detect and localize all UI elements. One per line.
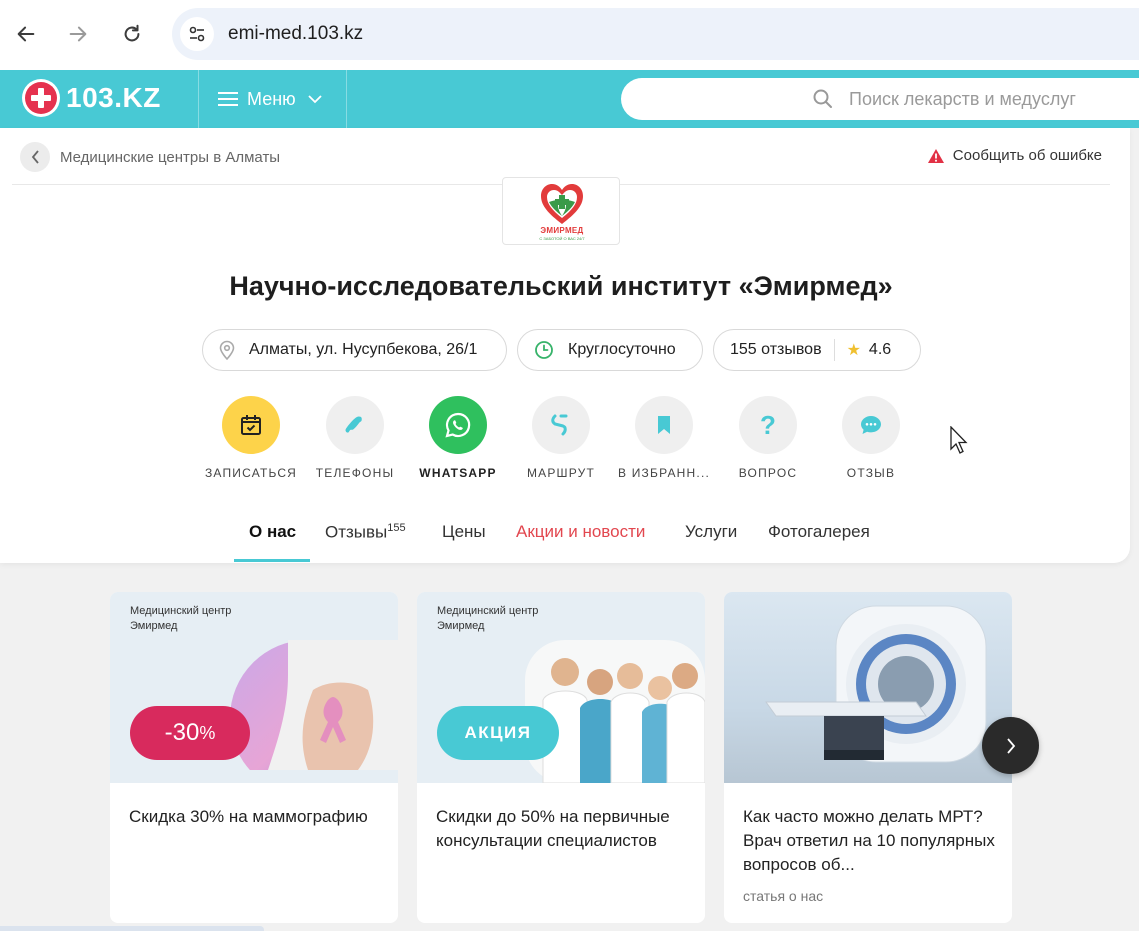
chevron-down-icon xyxy=(308,94,322,103)
news-image: Медицинский центр Эмирмед -30% xyxy=(110,592,398,783)
divider xyxy=(833,339,835,361)
breadcrumb-link[interactable]: Медицинские центры в Алматы xyxy=(60,149,280,166)
tab-gallery[interactable]: Фотогалерея xyxy=(768,522,870,542)
menu-button[interactable]: Меню xyxy=(218,70,322,128)
action-label: ТЕЛЕФОНЫ xyxy=(315,466,395,480)
search-icon[interactable] xyxy=(813,89,833,109)
tab-prices[interactable]: Цены xyxy=(442,522,486,542)
url-text[interactable]: emi-med.103.kz xyxy=(228,23,363,45)
reload-icon[interactable] xyxy=(116,18,148,50)
address-pill[interactable]: Алматы, ул. Нусупбекова, 26/1 xyxy=(202,329,507,371)
chevron-right-icon xyxy=(1006,737,1015,754)
action-label: ВОПРОС xyxy=(738,466,798,480)
search-input[interactable] xyxy=(849,78,1139,120)
news-meta: статья о нас xyxy=(743,888,824,904)
phone-icon xyxy=(326,396,384,454)
calendar-check-icon xyxy=(222,396,280,454)
image-caption: Медицинский центр Эмирмед xyxy=(437,605,539,632)
news-title[interactable]: Скидки до 50% на первичные консультации … xyxy=(436,805,692,853)
action-label: В ИЗБРАНН... xyxy=(617,466,711,480)
route-icon xyxy=(532,396,590,454)
news-image xyxy=(724,592,1012,783)
clinic-logo-brand: ЭМИРМЕД xyxy=(540,226,584,235)
hamburger-icon xyxy=(218,88,238,110)
news-title[interactable]: Скидка 30% на маммографию xyxy=(129,805,385,829)
clinic-logo-tagline: С ЗАБОТОЙ О ВАС 24/7 xyxy=(539,236,585,241)
question-icon: ? xyxy=(739,396,797,454)
mri-scanner-photo xyxy=(765,605,987,763)
address-bar[interactable]: emi-med.103.kz xyxy=(172,8,1139,60)
mammography-illustration xyxy=(230,640,398,770)
route-button[interactable]: МАРШРУТ xyxy=(511,396,611,480)
forward-icon[interactable] xyxy=(62,18,94,50)
header-divider xyxy=(198,70,199,128)
red-cross-icon xyxy=(22,79,60,117)
news-card[interactable]: Медицинский центр Эмирмед -30% Скидка 30%… xyxy=(110,592,398,923)
star-icon: ★ xyxy=(846,342,861,359)
action-label: WHATSAPP xyxy=(419,466,497,480)
site-header: 103.KZ Меню xyxy=(0,70,1139,128)
tab-about[interactable]: О нас xyxy=(249,522,296,542)
add-to-favorites-button[interactable]: В ИЗБРАНН... xyxy=(614,396,714,480)
page-title: Научно-исследовательский институт «Эмирм… xyxy=(229,271,893,301)
whatsapp-icon xyxy=(429,396,487,454)
map-pin-icon xyxy=(219,340,235,360)
news-card[interactable]: Как часто можно делать МРТ? Врач ответил… xyxy=(724,592,1012,923)
clinic-card: Медицинские центры в Алматы Сообщить об … xyxy=(0,128,1130,563)
phones-button[interactable]: ТЕЛЕФОНЫ xyxy=(305,396,405,480)
news-card[interactable]: Медицинский центр Эмирмед АКЦИЯ Скидки до… xyxy=(417,592,705,923)
news-image: Медицинский центр Эмирмед АКЦИЯ xyxy=(417,592,705,783)
tab-promotions-news[interactable]: Акции и новости xyxy=(516,522,645,542)
action-label: ЗАПИСАТЬСЯ xyxy=(204,466,298,480)
book-appointment-button[interactable]: ЗАПИСАТЬСЯ xyxy=(201,396,301,480)
whatsapp-button[interactable]: WHATSAPP xyxy=(408,396,508,480)
horizontal-scrollbar[interactable] xyxy=(0,926,264,931)
carousel-next-button[interactable] xyxy=(982,717,1039,774)
tab-services[interactable]: Услуги xyxy=(685,522,737,542)
chat-bubble-icon xyxy=(842,396,900,454)
chevron-left-icon[interactable] xyxy=(20,142,50,172)
tab-count: 155 xyxy=(387,522,406,534)
warning-icon xyxy=(927,148,944,163)
ask-question-button[interactable]: ? ВОПРОС xyxy=(718,396,818,480)
menu-label: Меню xyxy=(247,88,296,109)
address-text: Алматы, ул. Нусупбекова, 26/1 xyxy=(249,341,478,358)
reviews-count: 155 отзывов xyxy=(730,341,822,358)
search-box[interactable] xyxy=(621,78,1139,120)
hours-pill[interactable]: Круглосуточно xyxy=(517,329,703,371)
heart-logo-icon xyxy=(541,184,583,224)
action-label: МАРШРУТ xyxy=(526,466,596,480)
tab-reviews[interactable]: Отзывы155 xyxy=(325,522,406,543)
active-tab-indicator xyxy=(234,559,310,562)
clock-icon xyxy=(535,341,553,359)
doctors-group-photo xyxy=(525,640,705,783)
write-review-button[interactable]: ОТЗЫВ xyxy=(821,396,921,480)
logo-text: 103.KZ xyxy=(66,82,161,113)
browser-toolbar: emi-med.103.kz xyxy=(0,0,1139,70)
header-divider xyxy=(346,70,347,128)
news-title[interactable]: Как часто можно делать МРТ? Врач ответил… xyxy=(743,805,999,877)
hours-text: Круглосуточно xyxy=(568,341,676,358)
site-logo[interactable]: 103.KZ xyxy=(22,79,161,117)
mouse-pointer-icon xyxy=(950,426,968,454)
rating-value: 4.6 xyxy=(868,341,892,358)
breadcrumb[interactable]: Медицинские центры в Алматы xyxy=(20,142,280,172)
image-caption: Медицинский центр Эмирмед xyxy=(130,605,232,632)
action-label: ОТЗЫВ xyxy=(846,466,896,480)
promo-badge: АКЦИЯ xyxy=(437,706,559,760)
discount-badge: -30% xyxy=(130,706,250,760)
report-error-link[interactable]: Сообщить об ошибке xyxy=(927,147,1102,164)
back-icon[interactable] xyxy=(10,18,42,50)
clinic-logo: ЭМИРМЕД С ЗАБОТОЙ О ВАС 24/7 xyxy=(502,177,620,245)
report-error-label: Сообщить об ошибке xyxy=(952,147,1102,164)
bookmark-icon xyxy=(635,396,693,454)
site-settings-icon[interactable] xyxy=(180,17,214,51)
reviews-pill[interactable]: 155 отзывов ★ 4.6 xyxy=(713,329,921,371)
tab-label: Отзывы xyxy=(325,522,388,542)
